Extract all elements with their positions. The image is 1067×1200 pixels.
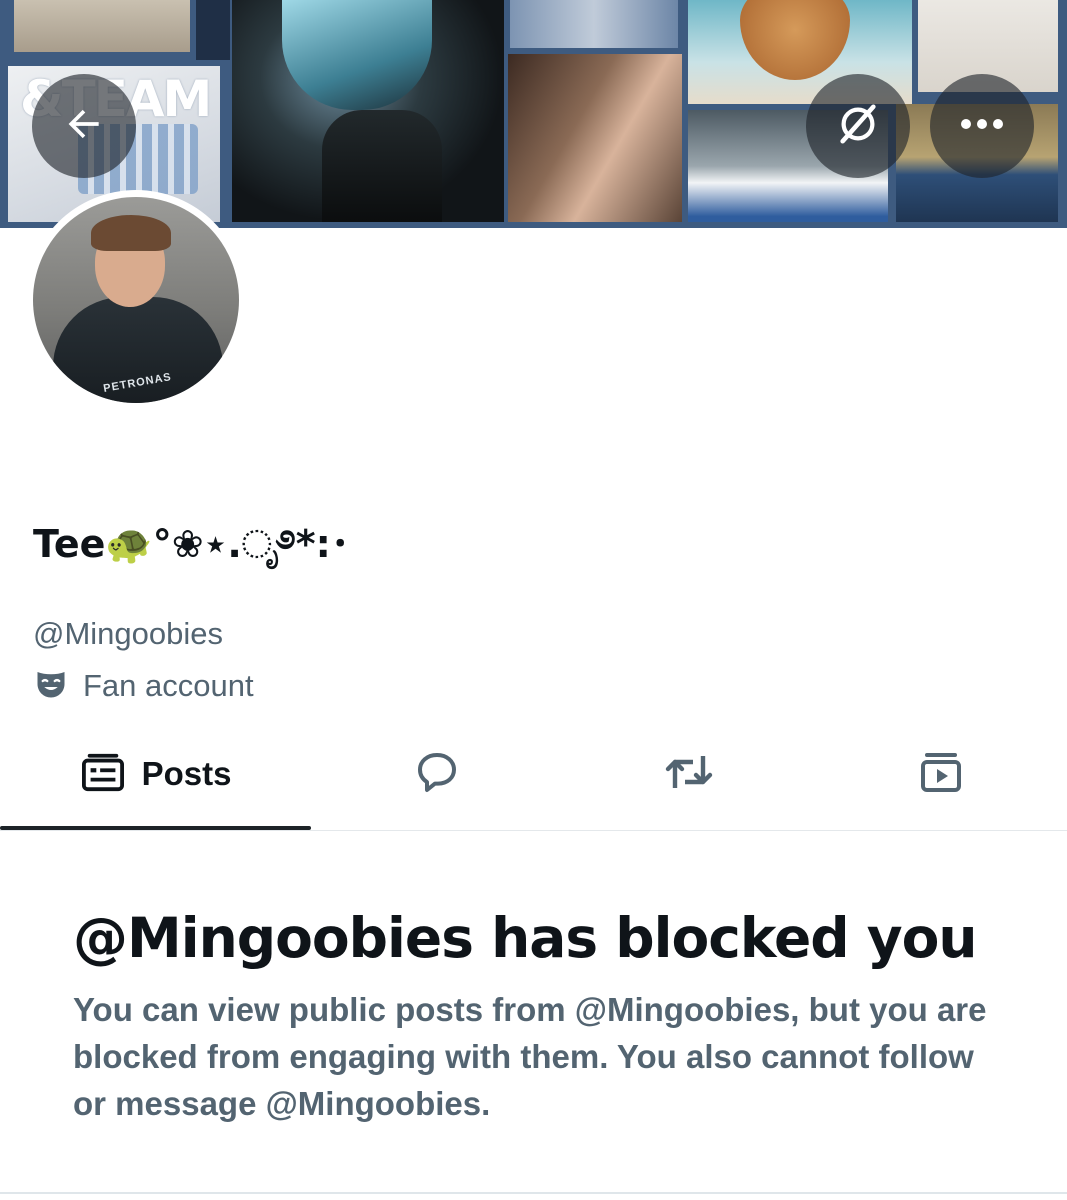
media-play-icon — [917, 748, 965, 801]
back-button[interactable] — [32, 74, 136, 178]
posts-icon — [80, 751, 126, 798]
avatar-hair — [91, 215, 171, 251]
banner-tile — [196, 0, 230, 60]
active-tab-indicator — [0, 826, 311, 830]
banner-tile-couple — [508, 54, 682, 222]
helmet-image — [282, 0, 432, 110]
tab-replies[interactable] — [311, 718, 563, 830]
divider — [0, 1192, 1067, 1194]
repost-icon — [663, 748, 715, 801]
heart-image — [740, 0, 850, 80]
race-suit-image — [322, 110, 442, 222]
blocked-notice-body: You can view public posts from @Mingoobi… — [73, 991, 987, 1122]
blocked-notice-title: @Mingoobies has blocked you — [73, 906, 978, 970]
profile-tabs: Posts — [0, 718, 1067, 831]
more-horizontal-icon — [959, 117, 1005, 135]
grok-slash-icon — [835, 101, 881, 152]
more-options-button[interactable] — [930, 74, 1034, 178]
tab-posts[interactable]: Posts — [0, 718, 311, 830]
tab-media[interactable] — [815, 718, 1067, 830]
avatar-photo: PETRONAS — [33, 197, 239, 403]
tab-posts-label: Posts — [141, 755, 232, 792]
banner-tile — [14, 0, 190, 52]
category-label: Fan account — [83, 668, 254, 703]
grok-button[interactable] — [806, 74, 910, 178]
profile-category: Fan account — [33, 667, 254, 705]
reply-bubble-icon — [413, 748, 461, 801]
profile-handle: @Mingoobies — [33, 616, 224, 651]
display-name: Tee🐢°❀⋆.ೃ࿔*:･ — [33, 522, 350, 566]
theater-mask-icon — [33, 666, 69, 707]
tab-reposts[interactable] — [563, 718, 815, 830]
banner-tile — [510, 0, 678, 48]
arrow-left-icon — [62, 102, 106, 151]
profile-avatar[interactable]: PETRONAS — [26, 190, 246, 410]
banner-tile-racer — [232, 0, 504, 222]
